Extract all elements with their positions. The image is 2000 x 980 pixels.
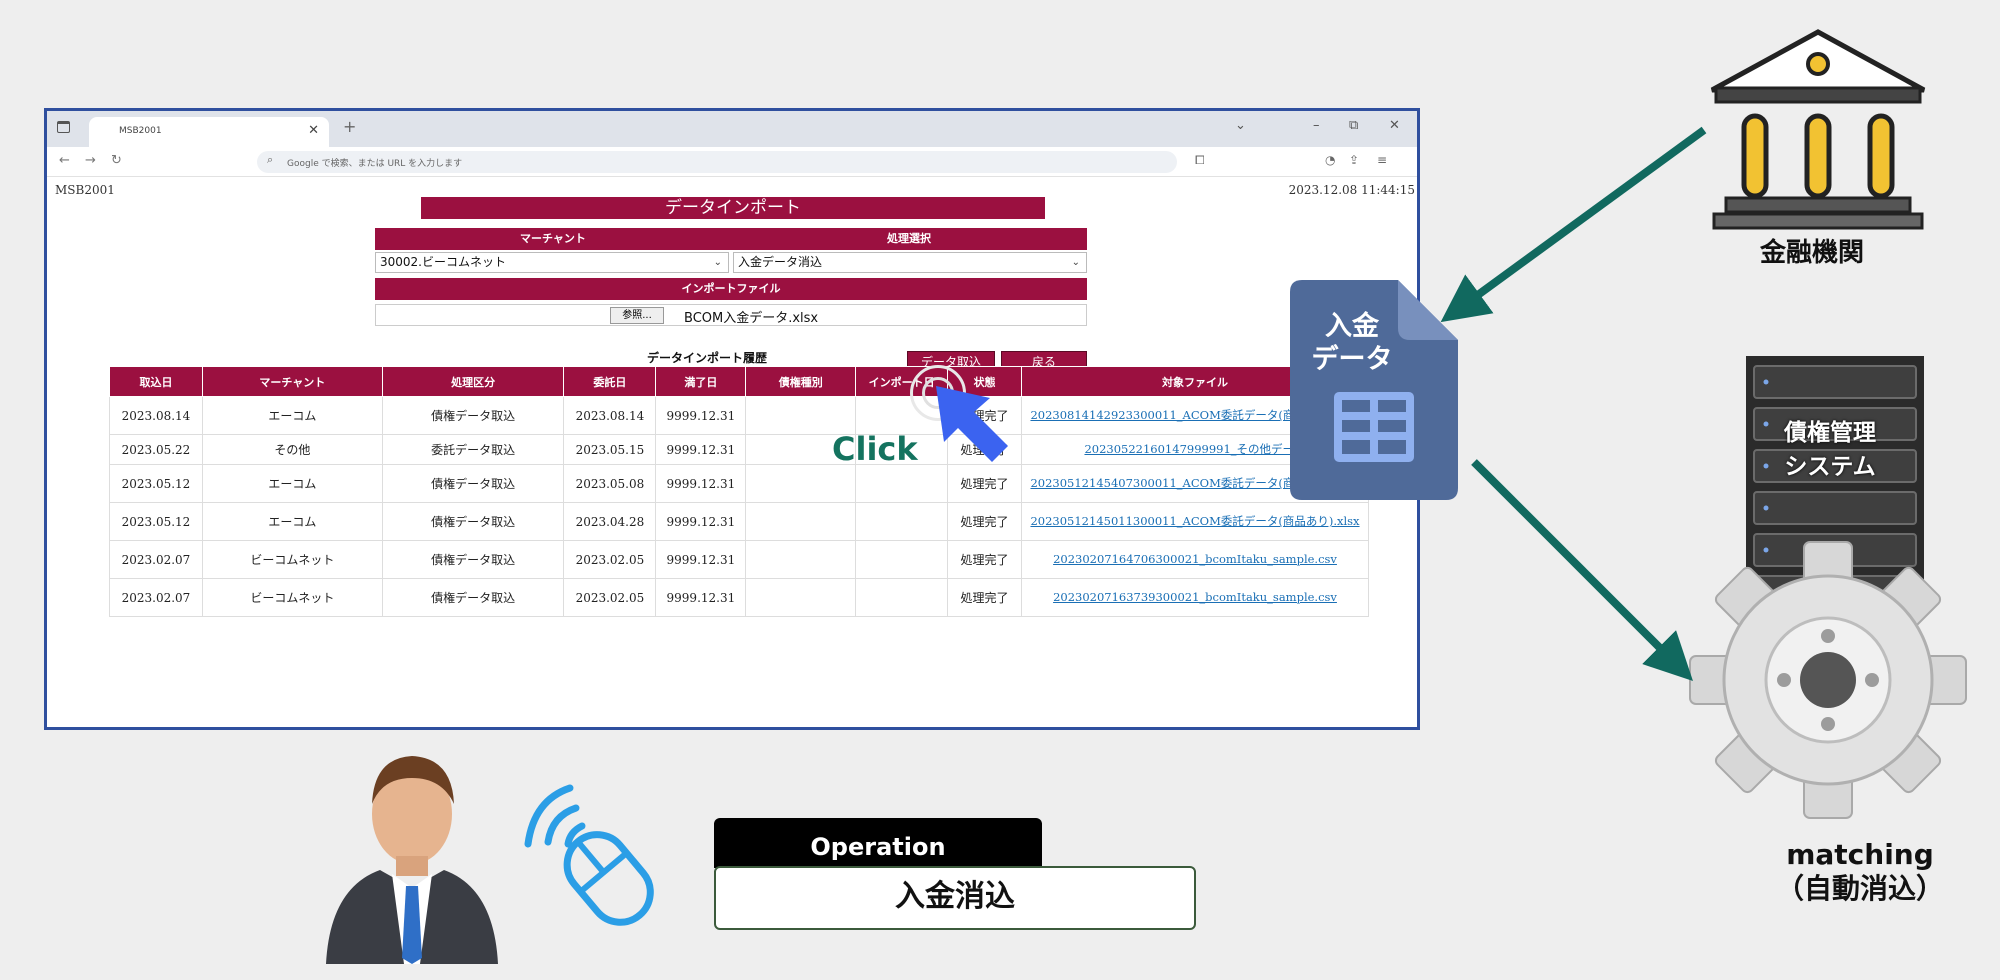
bank-to-document-arrow [1440,126,1707,323]
document-to-gear-arrow [1471,459,1693,681]
operation-header: Operation [714,818,1042,868]
operator-avatar [326,756,498,964]
mouse-icon [524,784,654,926]
operation-box: 入金消込 [714,866,1196,930]
